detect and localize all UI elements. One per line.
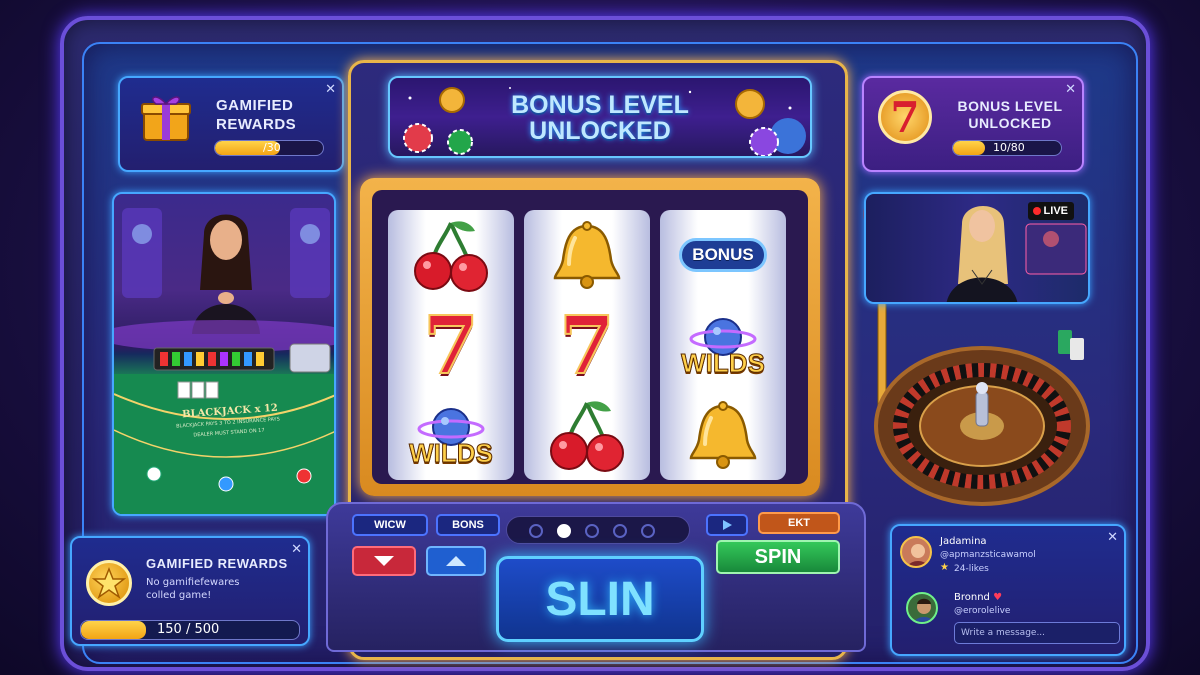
dot-1[interactable] <box>529 524 543 538</box>
chat-user2-handle: @erorolelive <box>954 606 1011 616</box>
wilds-symbol: WILDS <box>388 390 514 480</box>
close-icon[interactable]: ✕ <box>1065 82 1076 97</box>
banner-line1: BONUS LEVEL <box>511 91 689 119</box>
gift-icon <box>141 96 191 141</box>
dot-3[interactable] <box>585 524 599 538</box>
star-badge-icon <box>86 560 132 606</box>
banner-line2: UNLOCKED <box>529 117 671 145</box>
rewards-card-subtitle-line1: No gamifiefewares <box>146 577 240 588</box>
wilds-symbol-text: WILDS <box>409 437 494 468</box>
chat-user1-name[interactable]: Jadamina <box>940 536 987 547</box>
bonus-button[interactable]: BONS <box>436 514 500 536</box>
seven-symbol: 7 <box>388 300 514 390</box>
bonus-panel-title: BONUS LEVEL UNLOCKED <box>948 98 1072 132</box>
wilds-symbol: WILDS <box>660 300 786 390</box>
rewards-card-progress-fill <box>81 621 147 639</box>
gamified-rewards-panel[interactable]: ✕ GAMIFIED REWARDS /30 <box>118 76 344 172</box>
bell-icon <box>660 390 786 480</box>
play-button[interactable] <box>706 514 748 536</box>
close-icon[interactable]: ✕ <box>325 82 336 97</box>
spin-button[interactable]: SPIN <box>716 540 840 574</box>
bonus-progress-fill <box>953 141 986 155</box>
chat-user2-name-text: Bronnd <box>954 592 990 603</box>
live-badge: LIVE <box>1027 202 1074 220</box>
rewards-progress-text: /30 <box>263 141 281 154</box>
bonus-panel-title-line1: BONUS LEVEL <box>957 98 1063 114</box>
chat-user1-handle: @apmanzsticawamol <box>940 550 1036 560</box>
dot-4[interactable] <box>613 524 627 538</box>
seven-symbol-text: 7 <box>558 298 616 392</box>
reel-1: 7 WILDS <box>388 210 514 480</box>
bonus-progress-bar: 10/80 <box>952 140 1062 156</box>
up-button[interactable] <box>426 546 486 576</box>
rewards-title-line2: REWARDS <box>216 116 297 133</box>
rewards-title-line1: GAMIFIED <box>216 97 294 114</box>
chat-user1-likes: 24-likes <box>954 564 989 574</box>
chat-user2-name[interactable]: Bronnd ♥ <box>954 592 1002 603</box>
down-button[interactable] <box>352 546 416 576</box>
bonus-level-banner: BONUS LEVEL UNLOCKED <box>388 76 812 158</box>
spin-main-button[interactable]: SLIN <box>496 556 704 642</box>
rewards-card-title: GAMIFIED REWARDS <box>146 556 288 571</box>
bonus-level-panel[interactable]: ✕ 7 BONUS LEVEL UNLOCKED 10/80 <box>862 76 1084 172</box>
blackjack-live-table[interactable]: BLACKJACK x 12 BLACKJACK PAYS 3 TO 2 INS… <box>112 192 336 516</box>
rewards-card-progress-bar: 150 / 500 <box>80 620 300 640</box>
gamified-rewards-card[interactable]: ✕ GAMIFIED REWARDS No gamifiefewares col… <box>70 536 310 646</box>
banner-text: BONUS LEVEL UNLOCKED <box>390 92 810 144</box>
blackjack-scene <box>114 208 334 514</box>
bonus-panel-title-line2: UNLOCKED <box>968 115 1052 131</box>
exit-button[interactable]: EKT <box>758 512 840 534</box>
rewards-title: GAMIFIED REWARDS <box>216 96 296 134</box>
reel-3: BONUS WILDS <box>660 210 786 480</box>
rewards-card-progress-text: 150 / 500 <box>157 622 220 637</box>
seven-badge-icon: 7 <box>878 90 932 144</box>
star-icon: ★ <box>940 562 949 573</box>
bonus-symbol: BONUS <box>660 210 786 300</box>
bell-icon <box>524 210 650 300</box>
reel-window: 7 WILDS 7 BONUS WILDS <box>360 178 820 496</box>
chevron-down-icon <box>374 556 394 566</box>
rewards-progress-bar: /30 <box>214 140 324 156</box>
dot-2[interactable] <box>557 524 571 538</box>
avatar[interactable] <box>900 536 932 568</box>
seven-symbol: 7 <box>524 300 650 390</box>
chat-message-input[interactable] <box>954 622 1120 644</box>
wilds-symbol-text: WILDS <box>681 347 766 378</box>
close-icon[interactable]: ✕ <box>291 542 302 557</box>
reel-2: 7 <box>524 210 650 480</box>
wicw-button[interactable]: WICW <box>352 514 428 536</box>
cherry-icon <box>388 210 514 300</box>
seven-symbol-text: 7 <box>422 298 480 392</box>
cherry-icon <box>524 390 650 480</box>
bonus-progress-text: 10/80 <box>993 141 1025 154</box>
pagination-dots <box>506 516 690 544</box>
dot-5[interactable] <box>641 524 655 538</box>
heart-icon: ♥ <box>993 592 1003 603</box>
roulette-wheel[interactable] <box>872 330 1092 510</box>
rewards-card-subtitle: No gamifiefewares colled game! <box>146 576 296 602</box>
live-dealer-stream[interactable]: LIVE <box>864 192 1090 304</box>
chevron-up-icon <box>446 556 466 566</box>
chat-panel[interactable]: ✕ Jadamina @apmanzsticawamol ★ 24-likes … <box>890 524 1126 656</box>
bonus-symbol-text: BONUS <box>679 238 767 272</box>
play-icon <box>722 520 732 530</box>
avatar[interactable] <box>906 592 938 624</box>
close-icon[interactable]: ✕ <box>1107 530 1118 545</box>
reel-window-inner: 7 WILDS 7 BONUS WILDS <box>372 190 808 484</box>
rewards-card-subtitle-line2: colled game! <box>146 590 212 601</box>
